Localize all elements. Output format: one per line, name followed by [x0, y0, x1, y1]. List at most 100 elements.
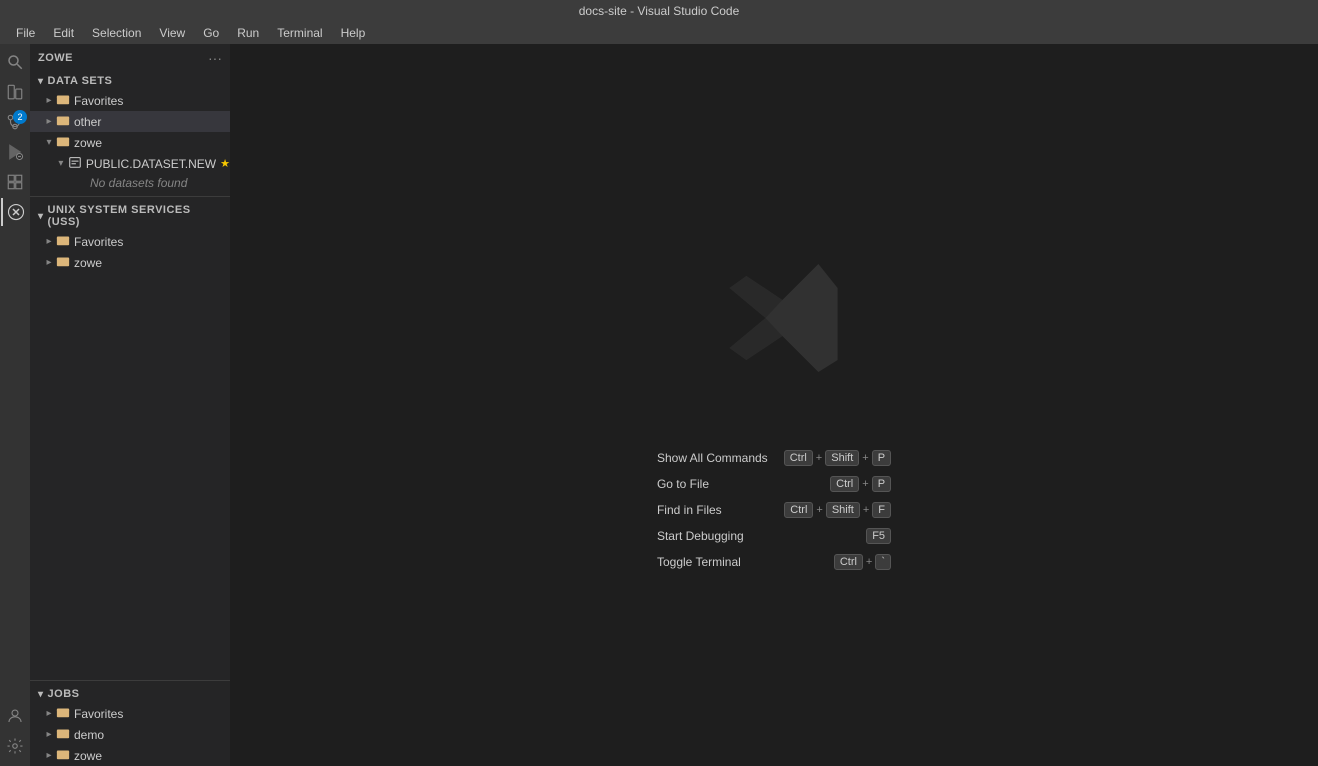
ds-public-label: PUBLIC.DATASET.NEW [86, 157, 216, 171]
uss-favorites-item[interactable]: ▸ Favorites [30, 231, 230, 252]
no-datasets-msg: No datasets found [30, 174, 230, 192]
jobs-demo-chevron: ▸ [42, 729, 56, 740]
ds-other-chevron: ▸ [42, 116, 56, 127]
uss-spacer [30, 273, 230, 676]
menu-item-selection[interactable]: Selection [84, 24, 149, 42]
ds-favorites-icon [56, 92, 70, 109]
key-ctrl-2: Ctrl [830, 476, 859, 492]
datasets-label: DATA SETS [48, 75, 113, 87]
toggle-terminal-label: Toggle Terminal [657, 555, 741, 569]
sidebar-panel-header: ZOWE ··· [30, 44, 230, 72]
uss-zowe-icon [56, 254, 70, 271]
section-header-jobs[interactable]: JOBS [30, 685, 230, 703]
window-title: docs-site - Visual Studio Code [579, 4, 740, 18]
section-header-uss[interactable]: UNIX SYSTEM SERVICES (USS) [30, 201, 230, 231]
source-control-badge: 2 [13, 110, 27, 124]
menu-item-view[interactable]: View [151, 24, 193, 42]
jobs-zowe-item[interactable]: ▸ zowe [30, 745, 230, 766]
shortcut-toggle-terminal: Toggle Terminal Ctrl + ` [657, 554, 891, 570]
section-header-datasets[interactable]: DATA SETS [30, 72, 230, 90]
ds-other-label: other [74, 115, 230, 129]
activity-bar-bottom [1, 702, 29, 766]
menu-item-edit[interactable]: Edit [45, 24, 82, 42]
shortcut-start-debugging: Start Debugging F5 [657, 528, 891, 544]
find-in-files-keys: Ctrl + Shift + F [784, 502, 891, 518]
jobs-label: JOBS [48, 688, 80, 700]
ds-zowe-label: zowe [74, 136, 230, 150]
shortcut-list: Show All Commands Ctrl + Shift + P Go to… [657, 450, 891, 570]
menu-item-help[interactable]: Help [333, 24, 374, 42]
jobs-demo-icon [56, 726, 70, 743]
show-all-commands-label: Show All Commands [657, 451, 768, 465]
go-to-file-keys: Ctrl + P [830, 476, 891, 492]
key-shift-3: Shift [826, 502, 860, 518]
uss-zowe-label: zowe [74, 256, 230, 270]
key-p-1: P [872, 450, 891, 466]
uss-zowe-chevron: ▸ [42, 257, 56, 268]
ds-public-chevron: ▾ [54, 158, 68, 169]
start-debugging-label: Start Debugging [657, 529, 744, 543]
start-debugging-keys: F5 [866, 528, 891, 544]
find-in-files-label: Find in Files [657, 503, 722, 517]
menu-item-run[interactable]: Run [229, 24, 267, 42]
jobs-favorites-item[interactable]: ▸ Favorites [30, 703, 230, 724]
zowe-activity-icon[interactable] [1, 198, 29, 226]
menu-item-terminal[interactable]: Terminal [269, 24, 330, 42]
key-backtick: ` [875, 554, 891, 570]
uss-favorites-chevron: ▸ [42, 236, 56, 247]
search-activity-icon[interactable] [1, 48, 29, 76]
welcome-content: Show All Commands Ctrl + Shift + P Go to… [657, 240, 891, 570]
menu-item-go[interactable]: Go [195, 24, 227, 42]
accounts-activity-icon[interactable] [1, 702, 29, 730]
key-ctrl-3: Ctrl [784, 502, 813, 518]
jobs-favorites-icon [56, 705, 70, 722]
ds-other-icon [56, 113, 70, 130]
show-all-commands-keys: Ctrl + Shift + P [784, 450, 891, 466]
toggle-terminal-keys: Ctrl + ` [834, 554, 891, 570]
sidebar-more-actions[interactable]: ··· [208, 50, 222, 66]
uss-favorites-label: Favorites [74, 235, 230, 249]
shortcut-go-to-file: Go to File Ctrl + P [657, 476, 891, 492]
ds-zowe-chevron: ▾ [42, 137, 56, 148]
sidebar: ZOWE ··· DATA SETS ▸ Favorites ▸ other ▾ [30, 44, 230, 766]
menu-item-file[interactable]: File [8, 24, 43, 42]
ds-favorites-item[interactable]: ▸ Favorites [30, 90, 230, 111]
ds-zowe-item[interactable]: ▾ zowe [30, 132, 230, 153]
ds-public-icon [68, 155, 82, 172]
shortcut-find-in-files: Find in Files Ctrl + Shift + F [657, 502, 891, 518]
explorer-activity-icon[interactable] [1, 78, 29, 106]
key-f-3: F [872, 502, 891, 518]
activity-bar: 2 [0, 44, 30, 766]
uss-label: UNIX SYSTEM SERVICES (USS) [48, 204, 222, 228]
jobs-chevron [38, 689, 44, 700]
extensions-activity-icon[interactable] [1, 168, 29, 196]
ds-public-star: ★ [220, 157, 230, 170]
key-f5: F5 [866, 528, 891, 544]
key-ctrl-1: Ctrl [784, 450, 813, 466]
jobs-favorites-chevron: ▸ [42, 708, 56, 719]
source-control-activity-icon[interactable]: 2 [1, 108, 29, 136]
ds-zowe-icon [56, 134, 70, 151]
divider-uss [30, 196, 230, 197]
main-layout: 2 ZOWE ··· DATA SETS [0, 44, 1318, 766]
ds-favorites-label: Favorites [74, 94, 230, 108]
jobs-demo-item[interactable]: ▸ demo [30, 724, 230, 745]
settings-activity-icon[interactable] [1, 732, 29, 760]
uss-zowe-item[interactable]: ▸ zowe [30, 252, 230, 273]
shortcut-show-all-commands: Show All Commands Ctrl + Shift + P [657, 450, 891, 466]
vscode-logo [674, 240, 874, 420]
datasets-chevron [38, 76, 44, 87]
go-to-file-label: Go to File [657, 477, 709, 491]
key-shift-1: Shift [825, 450, 859, 466]
ds-other-item[interactable]: ▸ other [30, 111, 230, 132]
menu-bar: FileEditSelectionViewGoRunTerminalHelp [0, 22, 1318, 44]
jobs-favorites-label: Favorites [74, 707, 230, 721]
debug-activity-icon[interactable] [1, 138, 29, 166]
main-editor-area: Show All Commands Ctrl + Shift + P Go to… [230, 44, 1318, 766]
ds-public-dataset-item[interactable]: ▾ PUBLIC.DATASET.NEW ★ [30, 153, 230, 174]
key-p-2: P [872, 476, 891, 492]
uss-favorites-icon [56, 233, 70, 250]
title-bar: docs-site - Visual Studio Code [0, 0, 1318, 22]
jobs-demo-label: demo [74, 728, 230, 742]
divider-jobs [30, 680, 230, 681]
